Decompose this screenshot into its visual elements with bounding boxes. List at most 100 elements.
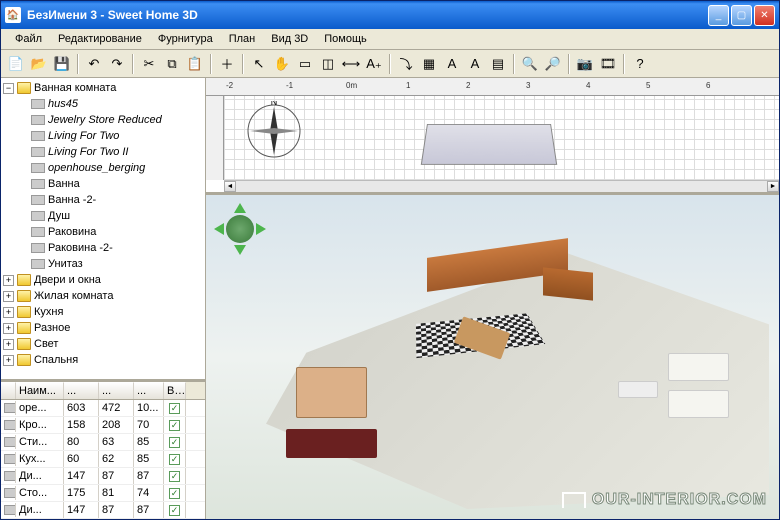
catalog-item-7[interactable]: Душ (3, 208, 203, 224)
select-icon[interactable]: ↖ (248, 53, 270, 75)
cell: 147 (64, 468, 99, 484)
table-header-1[interactable]: Наим... (16, 382, 64, 399)
table-header-3[interactable]: ... (99, 382, 134, 399)
expander-icon[interactable]: + (3, 291, 14, 302)
pan-icon[interactable]: ✋ (271, 53, 293, 75)
catalog-folder-2[interactable]: +Кухня (3, 304, 203, 320)
scroll-left-button[interactable]: ◄ (224, 181, 236, 192)
photo-icon[interactable]: 📷 (574, 53, 596, 75)
cut-icon[interactable]: ✂ (138, 53, 160, 75)
dimension-icon[interactable]: ⟷ (340, 53, 362, 75)
close-button[interactable]: ✕ (754, 5, 775, 26)
visible-checkbox[interactable]: ✓ (164, 468, 186, 484)
table-header-2[interactable]: ... (64, 382, 99, 399)
visible-checkbox[interactable]: ✓ (164, 485, 186, 501)
catalog-item-0[interactable]: hus45 (3, 96, 203, 112)
catalog-item-9[interactable]: Раковина -2- (3, 240, 203, 256)
copy-icon[interactable]: ⧉ (161, 53, 183, 75)
tree-label: Ванна (48, 178, 80, 190)
menu-5[interactable]: Помощь (316, 31, 375, 47)
room-icon[interactable]: ◫ (317, 53, 339, 75)
table-row[interactable]: Сто...1758174✓ (1, 485, 205, 502)
nav-up-icon[interactable] (234, 203, 246, 213)
catalog-tree[interactable]: −Ванная комнатаhus45Jewelry Store Reduce… (1, 78, 205, 379)
catalog-item-10[interactable]: Унитаз (3, 256, 203, 272)
plan-canvas[interactable]: N (224, 96, 779, 180)
view-3d[interactable]: OUR-INTERIOR.COM (206, 195, 779, 519)
cell: Сто... (16, 485, 64, 501)
visible-checkbox[interactable]: ✓ (164, 451, 186, 467)
catalog-item-1[interactable]: Jewelry Store Reduced (3, 112, 203, 128)
new-file-icon[interactable]: 📄 (5, 53, 27, 75)
paste-icon[interactable]: 📋 (184, 53, 206, 75)
menu-0[interactable]: Файл (7, 31, 50, 47)
titlebar[interactable]: 🏠 БезИмени 3 - Sweet Home 3D _ ▢ ✕ (1, 1, 779, 29)
catalog-root[interactable]: −Ванная комната (3, 80, 203, 96)
nav-right-icon[interactable] (256, 223, 266, 235)
menu-4[interactable]: Вид 3D (263, 31, 316, 47)
menu-3[interactable]: План (221, 31, 264, 47)
wall-icon[interactable]: ▭ (294, 53, 316, 75)
zoom-in-icon[interactable]: 🔍 (519, 53, 541, 75)
menu-1[interactable]: Редактирование (50, 31, 150, 47)
catalog-item-4[interactable]: openhouse_berging (3, 160, 203, 176)
grid-icon[interactable]: ▤ (487, 53, 509, 75)
expander-icon[interactable]: + (3, 339, 14, 350)
table-header: Наим............В... (1, 382, 205, 400)
nav-down-icon[interactable] (234, 245, 246, 255)
catalog-item-3[interactable]: Living For Two II (3, 144, 203, 160)
catalog-folder-4[interactable]: +Свет (3, 336, 203, 352)
plan-scrollbar-h[interactable]: ◄ ► (224, 180, 779, 192)
table-row[interactable]: Ди...1478787✓ (1, 502, 205, 519)
table-row[interactable]: Кух...606285✓ (1, 451, 205, 468)
table-header-0[interactable] (1, 382, 16, 399)
visible-checkbox[interactable]: ✓ (164, 400, 186, 416)
maximize-button[interactable]: ▢ (731, 5, 752, 26)
table-header-5[interactable]: В... (164, 382, 186, 399)
catalog-item-8[interactable]: Раковина (3, 224, 203, 240)
open-icon[interactable]: 📂 (28, 53, 50, 75)
tree-label: Living For Two (48, 130, 119, 142)
visible-checkbox[interactable]: ✓ (164, 434, 186, 450)
a2-icon[interactable]: A (464, 53, 486, 75)
add-furniture-icon[interactable]: ＋ (216, 53, 238, 75)
catalog-folder-5[interactable]: +Спальня (3, 352, 203, 368)
zoom-out-icon[interactable]: 🔎 (542, 53, 564, 75)
wall-cabinet-2 (543, 268, 593, 302)
table-row[interactable]: оре...60347210...✓ (1, 400, 205, 417)
expander-icon[interactable]: + (3, 323, 14, 334)
plan-view[interactable]: -2-10m123456 N ◄ ► (206, 78, 779, 195)
catalog-item-5[interactable]: Ванна (3, 176, 203, 192)
undo-icon[interactable]: ↶ (83, 53, 105, 75)
table-row[interactable]: Сти...806385✓ (1, 434, 205, 451)
menu-2[interactable]: Фурнитура (150, 31, 221, 47)
expander-icon[interactable]: − (3, 83, 14, 94)
video-icon[interactable]: 🎞 (597, 53, 619, 75)
import-icon[interactable]: ⤵ (395, 53, 417, 75)
furniture-table[interactable]: Наим............В... оре...60347210...✓К… (1, 379, 205, 519)
nav-left-icon[interactable] (214, 223, 224, 235)
visible-checkbox[interactable]: ✓ (164, 417, 186, 433)
scroll-right-button[interactable]: ► (767, 181, 779, 192)
expander-icon[interactable]: + (3, 355, 14, 366)
catalog-folder-1[interactable]: +Жилая комната (3, 288, 203, 304)
minimize-button[interactable]: _ (708, 5, 729, 26)
texture-icon[interactable]: ▦ (418, 53, 440, 75)
redo-icon[interactable]: ↷ (106, 53, 128, 75)
catalog-item-6[interactable]: Ванна -2- (3, 192, 203, 208)
a1-icon[interactable]: A (441, 53, 463, 75)
nav-center[interactable] (226, 215, 254, 243)
text-icon[interactable]: A₊ (363, 53, 385, 75)
catalog-folder-3[interactable]: +Разное (3, 320, 203, 336)
catalog-folder-0[interactable]: +Двери и окна (3, 272, 203, 288)
table-header-4[interactable]: ... (134, 382, 164, 399)
catalog-item-2[interactable]: Living For Two (3, 128, 203, 144)
scroll-track[interactable] (236, 181, 767, 192)
save-icon[interactable]: 💾 (51, 53, 73, 75)
table-row[interactable]: Ди...1478787✓ (1, 468, 205, 485)
expander-icon[interactable]: + (3, 275, 14, 286)
table-row[interactable]: Кро...15820870✓ (1, 417, 205, 434)
visible-checkbox[interactable]: ✓ (164, 502, 186, 518)
expander-icon[interactable]: + (3, 307, 14, 318)
help-icon[interactable]: ? (629, 53, 651, 75)
